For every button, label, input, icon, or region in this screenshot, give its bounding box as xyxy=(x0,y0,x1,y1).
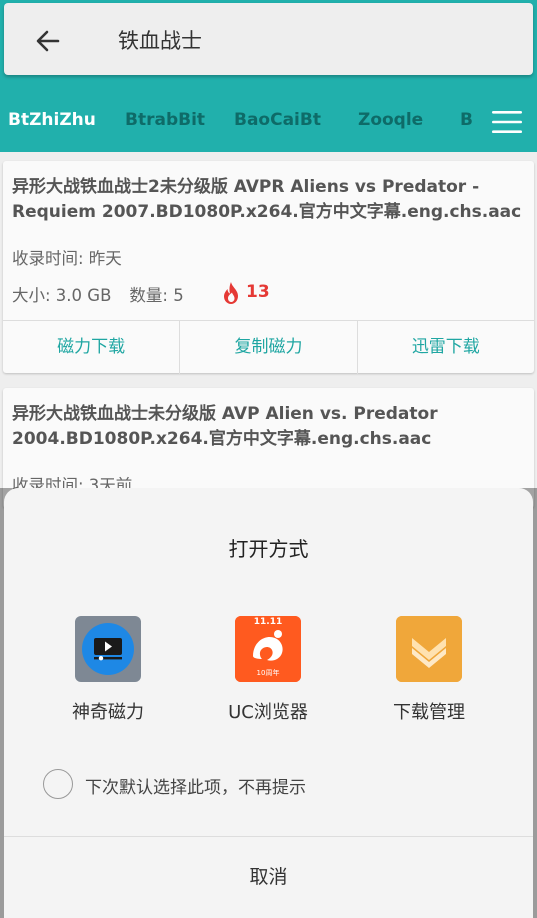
result-count: 数量: 5 xyxy=(129,286,184,305)
uc-sub-badge: 10周年 xyxy=(256,669,280,677)
app-option-magnet[interactable]: 神奇磁力 xyxy=(38,616,178,724)
cancel-button[interactable]: 取消 xyxy=(4,837,533,918)
copy-magnet-button[interactable]: 复制磁力 xyxy=(179,321,356,374)
thunder-download-button[interactable]: 迅雷下载 xyxy=(356,321,534,374)
app-label: UC浏览器 xyxy=(228,702,308,723)
hot-count: 13 xyxy=(246,282,270,302)
tab-partial-label: B xyxy=(460,110,472,130)
download-manager-icon xyxy=(396,616,462,682)
app-option-download-manager[interactable]: 下载管理 xyxy=(359,616,499,724)
source-tabs: BtZhiZhu BtrabBit BaoCaiBt Zooqle B xyxy=(0,94,537,148)
result-size: 大小: 3.0 GB xyxy=(12,286,112,305)
result-title: 异形大战铁血战士未分级版 AVP Alien vs. Predator 2004… xyxy=(12,404,438,449)
tab-baocaibt[interactable]: BaoCaiBt xyxy=(234,108,321,132)
remember-radio[interactable] xyxy=(43,769,73,799)
remember-text: 下次默认选择此项，不再提示 xyxy=(85,778,306,798)
result-actions: 磁力下载 复制磁力 迅雷下载 xyxy=(3,320,534,374)
video-player-icon xyxy=(75,616,141,682)
app-label: 下载管理 xyxy=(393,702,465,723)
menu-icon[interactable] xyxy=(490,108,524,136)
page-title: 铁血战士 xyxy=(118,29,202,53)
dialog-title: 打开方式 xyxy=(228,537,309,561)
fire-icon xyxy=(224,282,238,304)
uc-badge: 11.11 xyxy=(253,617,283,627)
header-bar: 铁血战士 xyxy=(4,3,533,75)
top-app-bar: 铁血战士 BtZhiZhu BtrabBit BaoCaiBt Zooqle B xyxy=(0,0,537,152)
result-time: 收录时间: 昨天 xyxy=(12,249,122,268)
magnet-download-button[interactable]: 磁力下载 xyxy=(3,321,179,374)
tab-btzhizhu[interactable]: BtZhiZhu xyxy=(8,108,96,132)
uc-browser-icon: 11.11 10周年 xyxy=(235,616,301,682)
arrow-back-icon[interactable] xyxy=(32,25,64,57)
open-with-dialog: 打开方式 神奇磁力 11.11 10周年 UC浏览器 下载管理 下次默认选择此项… xyxy=(4,488,533,918)
app-option-uc-browser[interactable]: 11.11 10周年 UC浏览器 xyxy=(198,616,338,724)
app-label: 神奇磁力 xyxy=(72,702,144,723)
tab-partial[interactable]: B xyxy=(460,108,472,132)
tab-zooqle[interactable]: Zooqle xyxy=(358,108,423,132)
result-title: 异形大战铁血战士2未分级版 AVPR Aliens vs Predator - … xyxy=(12,177,522,222)
result-meta: 大小: 3.0 GB 数量: 5 xyxy=(12,282,184,306)
result-card[interactable]: 异形大战铁血战士2未分级版 AVPR Aliens vs Predator - … xyxy=(3,161,534,374)
tab-btrabbit[interactable]: BtrabBit xyxy=(125,108,205,132)
